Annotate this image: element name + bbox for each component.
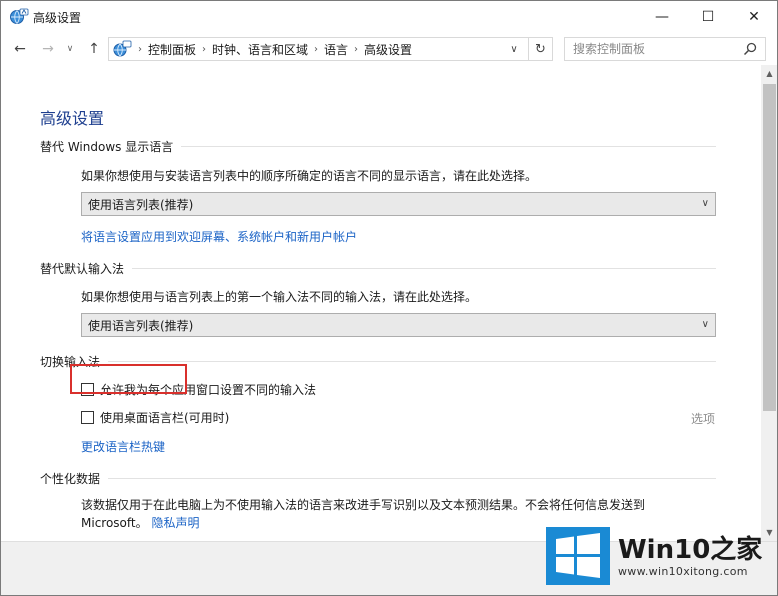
scroll-thumb[interactable] — [763, 84, 776, 411]
personalization-description: 该数据仅用于在此电脑上为不使用输入法的语言来改进手写识别以及文本预测结果。不会将… — [81, 498, 646, 512]
input-method-select[interactable]: 使用语言列表(推荐) ∨ — [81, 313, 716, 337]
close-button[interactable]: ✕ — [731, 1, 777, 32]
section-header-personalization: 个性化数据 — [40, 470, 716, 487]
windows-logo-icon — [546, 527, 610, 585]
up-arrow-icon: ↑ — [88, 41, 100, 57]
address-bar[interactable]: › 控制面板 › 时钟、语言和区域 › 语言 › 高级设置 ∨ ↻ — [108, 37, 553, 61]
input-method-description: 如果你想使用与语言列表上的第一个输入法不同的输入法，请在此处选择。 — [81, 290, 478, 304]
highlight-annotation-box — [70, 364, 187, 394]
chevron-down-icon: ∨ — [701, 319, 709, 330]
chevron-down-icon: ∨ — [66, 44, 74, 54]
navigation-bar: ← → ∨ ↑ › 控制面板 › 时钟、语言和区域 › 语言 › 高级设置 ∨ … — [1, 34, 777, 64]
section-divider — [108, 361, 716, 362]
window-title: 高级设置 — [33, 11, 82, 25]
breadcrumb-language[interactable]: 语言 — [324, 41, 348, 58]
scroll-up-arrow-icon: ▲ — [766, 69, 773, 78]
maximize-button[interactable]: ☐ — [685, 1, 731, 32]
change-language-bar-hotkeys-link[interactable]: 更改语言栏热键 — [81, 438, 165, 455]
settings-content: 高级设置 替代 Windows 显示语言 如果你想使用与安装语言列表中的顺序所确… — [1, 65, 761, 541]
search-icon[interactable] — [743, 42, 757, 56]
section-divider — [181, 146, 716, 147]
breadcrumb-separator-icon[interactable]: › — [202, 44, 206, 55]
minimize-icon: — — [655, 8, 669, 25]
up-button[interactable]: ↑ — [83, 38, 105, 60]
watermark-brand: Win10之家 — [618, 534, 763, 565]
section-header-input-method: 替代默认输入法 — [40, 260, 716, 277]
privacy-statement-link[interactable]: 隐私声明 — [151, 516, 199, 530]
search-input[interactable] — [573, 39, 743, 59]
desktop-language-bar-label: 使用桌面语言栏(可用时) — [100, 411, 230, 425]
breadcrumb-clock-language-region[interactable]: 时钟、语言和区域 — [212, 41, 308, 58]
section-header-display-language: 替代 Windows 显示语言 — [40, 138, 716, 155]
breadcrumb-advanced-settings[interactable]: 高级设置 — [364, 41, 412, 58]
control-panel-window: 高级设置 — ☐ ✕ ← → ∨ ↑ › 控制面板 › 时钟、语言和区域 › 语… — [0, 0, 778, 596]
breadcrumb-control-panel[interactable]: 控制面板 — [148, 41, 196, 58]
minimize-button[interactable]: — — [639, 1, 685, 32]
language-bar-options-link[interactable]: 选项 — [691, 410, 715, 427]
chevron-down-icon: ∨ — [510, 43, 518, 55]
vertical-scrollbar[interactable]: ▲ ▼ — [761, 65, 777, 541]
scroll-up-button[interactable]: ▲ — [761, 65, 777, 82]
breadcrumb-separator-icon[interactable]: › — [314, 44, 318, 55]
desktop-language-bar-checkbox[interactable] — [81, 411, 94, 424]
desktop-language-bar-option[interactable]: 使用桌面语言栏(可用时) — [81, 409, 229, 426]
section-divider — [132, 268, 716, 269]
display-language-description: 如果你想使用与安装语言列表中的顺序所确定的语言不同的显示语言，请在此处选择。 — [81, 169, 538, 183]
title-bar[interactable]: 高级设置 — ☐ ✕ — [1, 1, 777, 32]
back-arrow-icon: ← — [14, 41, 26, 57]
input-method-select-value: 使用语言列表(推荐) — [88, 318, 194, 333]
display-language-select-value: 使用语言列表(推荐) — [88, 197, 194, 212]
recent-locations-button[interactable]: ∨ — [63, 38, 77, 60]
refresh-button[interactable]: ↻ — [528, 38, 552, 60]
back-button[interactable]: ← — [9, 38, 31, 60]
chevron-down-icon: ∨ — [701, 198, 709, 209]
forward-button[interactable]: → — [37, 38, 59, 60]
apply-language-settings-link[interactable]: 将语言设置应用到欢迎屏幕、系统帐户和新用户帐户 — [81, 228, 357, 245]
page-title: 高级设置 — [40, 109, 105, 128]
address-dropdown-button[interactable]: ∨ — [504, 38, 524, 60]
forward-arrow-icon: → — [42, 41, 54, 57]
section-divider — [108, 478, 716, 479]
display-language-select[interactable]: 使用语言列表(推荐) ∨ — [81, 192, 716, 216]
maximize-icon: ☐ — [701, 8, 715, 25]
breadcrumb-separator-icon: › — [138, 43, 142, 55]
close-icon: ✕ — [748, 8, 760, 25]
win10-watermark: Win10之家 www.win10xitong.com — [546, 524, 771, 588]
watermark-url: www.win10xitong.com — [618, 564, 748, 578]
breadcrumb-separator-icon[interactable]: › — [354, 44, 358, 55]
search-box[interactable] — [564, 37, 766, 61]
personalization-description-line2: Microsoft。 隐私声明 — [81, 516, 200, 530]
watermark-text: Win10之家 www.win10xitong.com — [618, 535, 762, 578]
refresh-icon: ↻ — [535, 41, 546, 57]
language-settings-icon — [10, 8, 29, 24]
control-panel-icon — [113, 40, 132, 57]
